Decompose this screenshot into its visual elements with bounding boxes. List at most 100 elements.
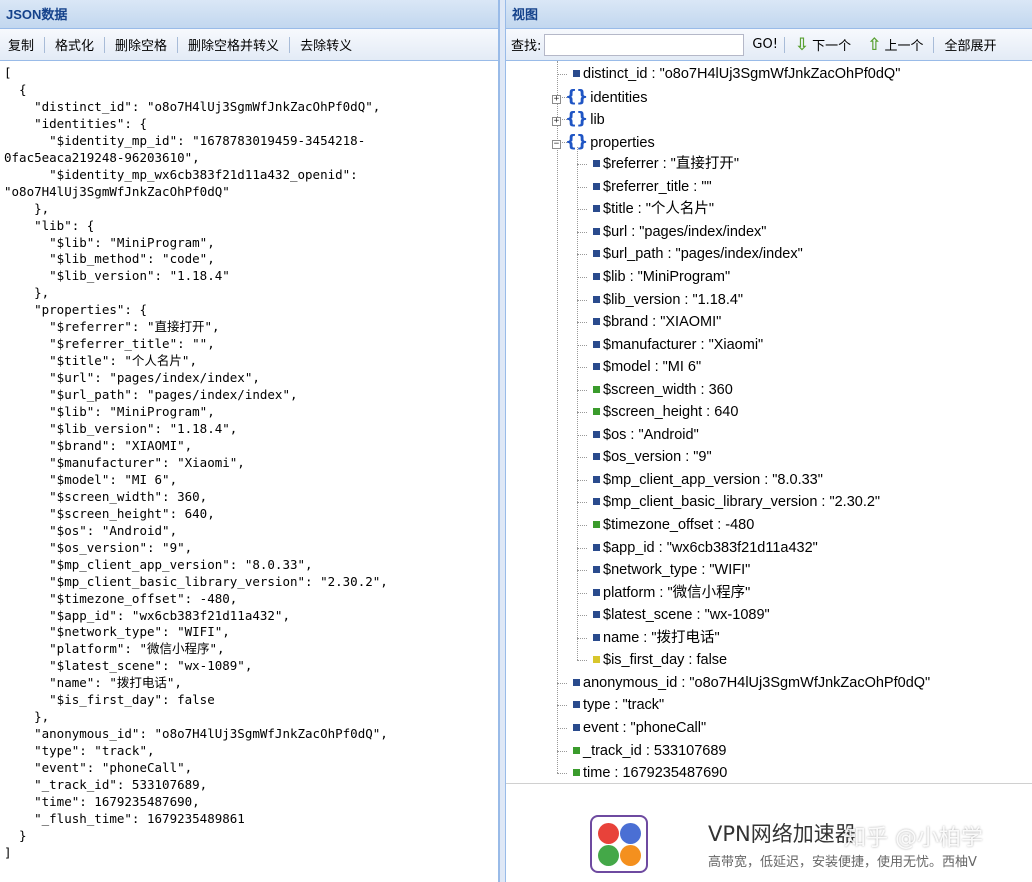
tree-node-string[interactable]: $referrer : "直接打开": [592, 153, 739, 175]
string-value-icon: [593, 588, 600, 596]
string-value-icon: [593, 182, 600, 190]
tree-node-label: $os : "Android": [603, 426, 699, 443]
tree-node-label: $model : "MI 6": [603, 359, 702, 376]
tree-node-string[interactable]: name : "拨打电话": [592, 627, 720, 649]
tree-node-string[interactable]: $lib : "MiniProgram": [592, 266, 730, 288]
tree-node-number[interactable]: $screen_height : 640: [592, 401, 738, 423]
string-value-icon: [573, 678, 580, 686]
tree-node-object[interactable]: + {} identities: [552, 86, 647, 108]
tree-node-label: $network_type : "WIFI": [603, 562, 751, 579]
tree-node-label: identities: [590, 89, 648, 106]
tree-node-string[interactable]: $mp_client_basic_library_version : "2.30…: [592, 491, 880, 513]
string-value-icon: [593, 498, 600, 506]
json-text-area[interactable]: [ { "distinct_id": "o8o7H4lUj3SgmWfJnkZa…: [0, 61, 498, 882]
number-value-icon: [593, 521, 600, 528]
tree-branch-line: [577, 502, 587, 504]
expand-icon[interactable]: +: [552, 94, 561, 104]
toolbar-separator: [933, 36, 935, 53]
tree-node-label: $timezone_offset : -480: [603, 517, 755, 533]
tree-branch-line: [557, 682, 567, 684]
tree-node-string[interactable]: $os : "Android": [592, 424, 699, 446]
tree-branch-line: [577, 231, 587, 233]
tree-node-string[interactable]: event : "phoneCall": [572, 717, 706, 739]
string-value-icon: [593, 453, 600, 461]
string-value-icon: [593, 272, 600, 280]
tree-branch-line: [577, 457, 587, 459]
tree-node-number[interactable]: time : 1679235487690: [572, 762, 727, 783]
search-input[interactable]: [544, 33, 745, 56]
tree-node-boolean[interactable]: $is_first_day : false: [592, 649, 727, 671]
boolean-value-icon: [593, 656, 600, 664]
tree-node-label: time : 1679235487690: [583, 765, 728, 782]
json-toolbar: 复制 格式化 删除空格 删除空格并转义 去除转义: [0, 29, 498, 61]
tree-node-string[interactable]: $url_path : "pages/index/index": [592, 243, 803, 265]
toolbar-separator: [289, 36, 291, 53]
tree-branch-line: [557, 74, 567, 75]
string-value-icon: [593, 363, 600, 371]
prev-button[interactable]: ⇧ 上一个: [859, 35, 931, 55]
tree-branch-line: [577, 637, 587, 639]
remove-spaces-button[interactable]: 删除空格: [107, 35, 175, 54]
tree-node-string[interactable]: $manufacturer : "Xiaomi": [592, 334, 763, 356]
tree-node-string[interactable]: $url : "pages/index/index": [592, 221, 766, 243]
go-button[interactable]: GO!: [744, 37, 782, 52]
panel-splitter[interactable]: [499, 0, 506, 882]
advertisement-banner[interactable]: VPN网络加速器 高带宽，低延迟，安装便捷，使用无忧。西柚V 知乎 @小柏学: [506, 783, 1032, 882]
string-value-icon: [593, 318, 600, 326]
tree-node-number[interactable]: $timezone_offset : -480: [592, 514, 754, 536]
tree-node-label: anonymous_id : "o8o7H4lUj3SgmWfJnkZacOhP…: [583, 674, 931, 691]
tree-node-label: name : "拨打电话": [603, 629, 720, 646]
tree-node-number[interactable]: $screen_width : 360: [592, 379, 733, 401]
tree-node-label: $screen_height : 640: [603, 404, 739, 421]
tree-node-string[interactable]: distinct_id : "o8o7H4lUj3SgmWfJnkZacOhPf…: [572, 63, 900, 85]
logo-dot-orange: [620, 845, 641, 866]
tree-node-string[interactable]: type : "track": [572, 694, 664, 716]
tree-node-string[interactable]: $latest_scene : "wx-1089": [592, 604, 770, 626]
tree-node-string[interactable]: $model : "MI 6": [592, 356, 701, 378]
tree-branch-line: [577, 525, 587, 526]
tree-node-string[interactable]: $title : "个人名片": [592, 198, 714, 220]
tree-branch-line: [577, 660, 587, 662]
string-value-icon: [593, 205, 600, 213]
toolbar-separator: [44, 36, 46, 53]
expand-icon[interactable]: +: [552, 117, 561, 127]
logo-dot-blue: [620, 823, 641, 844]
tree-node-object[interactable]: −{} properties: [552, 131, 655, 153]
tree-node-object[interactable]: + {} lib: [552, 108, 605, 130]
tree-node-label: $screen_width : 360: [603, 381, 733, 398]
json-panel-title: JSON数据: [0, 0, 498, 29]
number-value-icon: [593, 385, 600, 393]
tree-node-label: $url_path : "pages/index/index": [603, 246, 803, 263]
tree-branch-line: [577, 479, 587, 481]
expand-all-button[interactable]: 全部展开: [936, 35, 1004, 54]
next-button[interactable]: ⇩ 下一个: [787, 35, 859, 55]
tree-node-string[interactable]: $referrer_title : "": [592, 176, 712, 198]
tree-node-string[interactable]: anonymous_id : "o8o7H4lUj3SgmWfJnkZacOhP…: [572, 672, 930, 694]
tree-branch-line: [557, 705, 567, 707]
remove-spaces-escape-button[interactable]: 删除空格并转义: [180, 35, 287, 54]
string-value-icon: [593, 295, 600, 303]
tree-branch-line: [577, 570, 587, 572]
tree-node-string[interactable]: $lib_version : "1.18.4": [592, 289, 743, 311]
tree-node-string[interactable]: $mp_client_app_version : "8.0.33": [592, 469, 823, 491]
watermark: 知乎 @小柏学: [844, 826, 983, 851]
tree-node-label: $app_id : "wx6cb383f21d11a432": [603, 539, 818, 556]
tree-node-string[interactable]: $brand : "XIAOMI": [592, 311, 721, 333]
string-value-icon: [593, 566, 600, 574]
tree-node-string[interactable]: $os_version : "9": [592, 446, 712, 468]
tree-node-label: $brand : "XIAOMI": [603, 314, 722, 331]
tree-node-number[interactable]: _track_id : 533107689: [572, 740, 727, 762]
tree-node-string[interactable]: $app_id : "wx6cb383f21d11a432": [592, 537, 818, 559]
string-value-icon: [573, 701, 580, 709]
tree-branch-line: [557, 727, 567, 729]
tree-node-label: $mp_client_app_version : "8.0.33": [603, 471, 823, 488]
string-value-icon: [593, 340, 600, 348]
copy-button[interactable]: 复制: [0, 35, 42, 54]
format-button[interactable]: 格式化: [47, 35, 102, 54]
unescape-button[interactable]: 去除转义: [292, 35, 360, 54]
toolbar-separator: [177, 36, 179, 53]
tree-branch-line: [577, 615, 587, 617]
tree-node-string[interactable]: $network_type : "WIFI": [592, 559, 750, 581]
tree-node-string[interactable]: platform : "微信小程序": [592, 582, 750, 604]
collapse-icon[interactable]: −: [552, 139, 561, 149]
